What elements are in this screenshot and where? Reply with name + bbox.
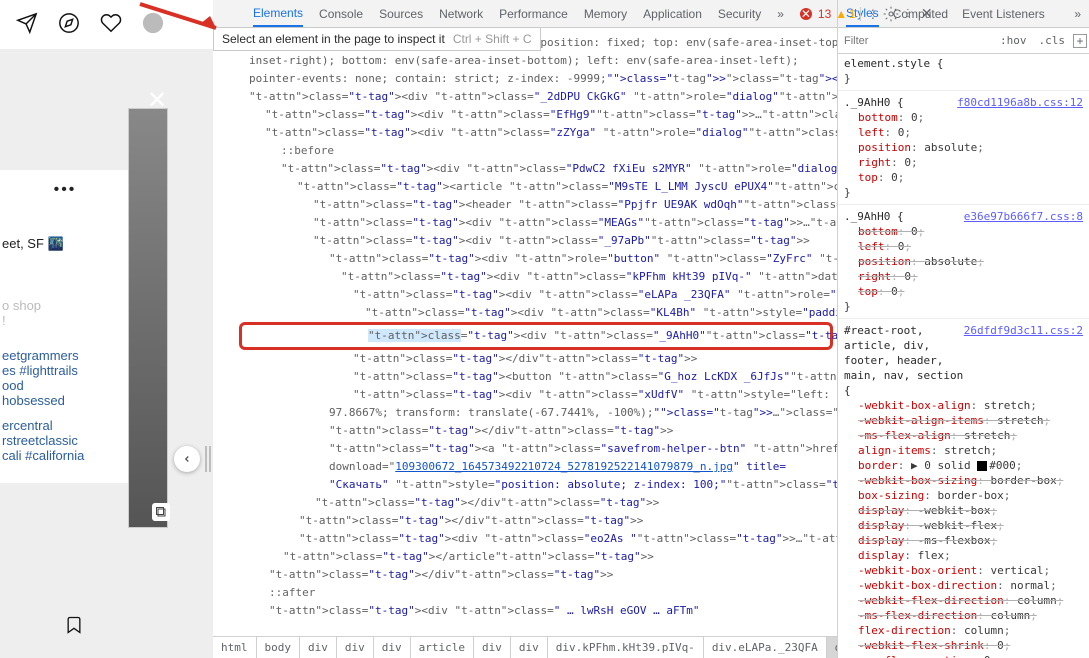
gear-icon[interactable] (883, 6, 899, 22)
styles-rules[interactable]: element.style {}._9AhH0 {f80cd1196a8b.cs… (838, 54, 1089, 658)
heart-icon[interactable] (100, 12, 122, 37)
crumb[interactable]: div (474, 637, 511, 658)
dom-tree[interactable]: "t-attn">class="t-tag"><div "t-attn">sty… (213, 28, 837, 636)
tab-eventlisteners[interactable]: Event Listeners (962, 7, 1045, 21)
cls-toggle[interactable]: .cls (1035, 32, 1070, 49)
tab-console[interactable]: Console (319, 7, 363, 21)
crumb[interactable]: div (300, 637, 337, 658)
hov-toggle[interactable]: :hov (996, 32, 1031, 49)
crumb[interactable]: div.eLAPa._23QFA (704, 637, 827, 658)
bookmark-icon[interactable] (64, 615, 84, 638)
filter-input[interactable] (840, 31, 992, 51)
send-icon[interactable] (16, 12, 38, 37)
crumb[interactable]: div._9AhH0 (827, 637, 837, 658)
tab-security[interactable]: Security (718, 7, 761, 21)
styles-panel: Styles Computed Event Listeners » :hov .… (837, 0, 1089, 658)
tab-memory[interactable]: Memory (584, 7, 627, 21)
elements-panel: Elements Console Sources Network Perform… (213, 0, 837, 658)
inspect-tooltip: Select an element in the page to inspect… (213, 27, 541, 51)
page-preview: ✕ ••• eet, SF 🌃 o shop ! eetgrammers es … (0, 0, 213, 658)
crumb[interactable]: article (411, 637, 474, 658)
warn-icon[interactable]: ▲1 (835, 7, 856, 21)
more-icon[interactable]: ••• (0, 176, 130, 216)
stack-icon (152, 503, 170, 521)
crumb[interactable]: html (213, 637, 257, 658)
crumb[interactable]: div (511, 637, 548, 658)
post-card: ••• eet, SF 🌃 o shop ! eetgrammers es #l… (0, 170, 130, 483)
devtools-tabs: Elements Console Sources Network Perform… (213, 0, 837, 28)
crumb[interactable]: div (337, 637, 374, 658)
tab-elements[interactable]: Elements (253, 0, 303, 27)
tab-network[interactable]: Network (439, 7, 483, 21)
post-image (128, 108, 168, 528)
crumb[interactable]: div.kPFhm.kHt39.pIVq- (548, 637, 704, 658)
close-devtools-icon[interactable]: ✕ (917, 5, 937, 22)
chevron-left-icon[interactable] (174, 446, 200, 472)
drag-handle[interactable] (205, 446, 209, 472)
crumb[interactable]: div (374, 637, 411, 658)
avatar[interactable] (142, 12, 164, 37)
error-icon[interactable]: ✕ (800, 8, 812, 20)
tab-sources[interactable]: Sources (379, 7, 423, 21)
more-tabs-icon[interactable]: » (1074, 7, 1081, 21)
crumb[interactable]: body (257, 637, 301, 658)
tab-application[interactable]: Application (643, 7, 702, 21)
more-tabs-icon[interactable]: » (777, 7, 784, 21)
compass-icon[interactable] (58, 12, 80, 37)
tab-performance[interactable]: Performance (499, 7, 568, 21)
breadcrumb[interactable]: html body div div div article div div di… (213, 636, 837, 658)
new-rule-button[interactable]: + (1073, 34, 1087, 48)
